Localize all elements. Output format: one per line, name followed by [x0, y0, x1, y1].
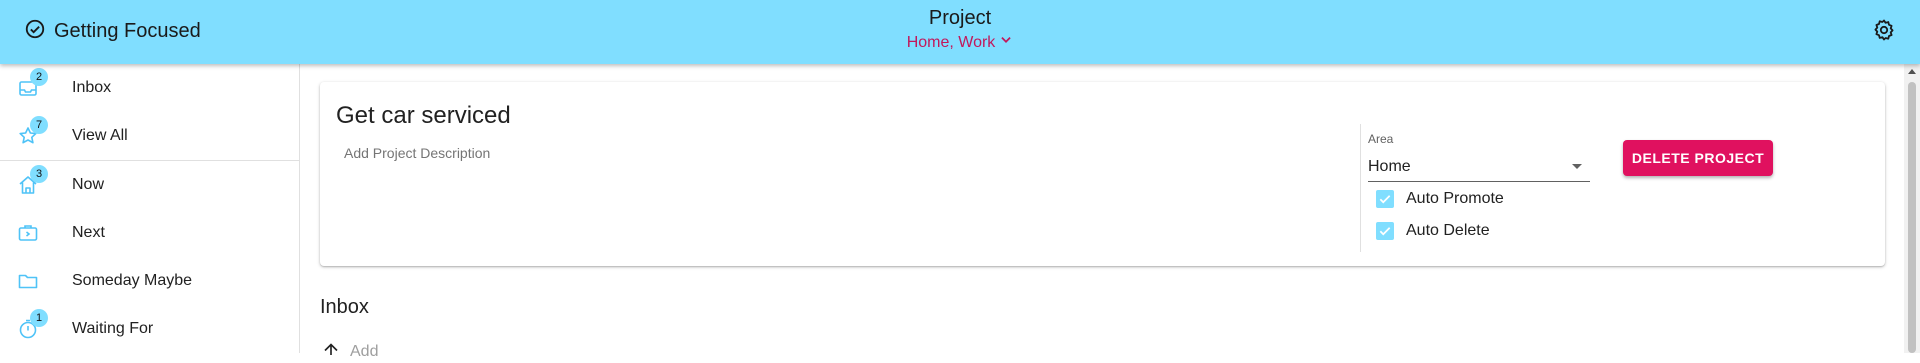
scroll-up-arrow-icon[interactable] — [1908, 69, 1916, 74]
checkbox-checked-icon[interactable] — [1376, 222, 1394, 240]
sidebar-item-waiting-for[interactable]: 1 Waiting For — [0, 305, 299, 353]
page-title: Project — [928, 7, 992, 29]
add-task-input[interactable]: Add — [322, 340, 378, 363]
sidebar-item-someday-maybe[interactable]: Someday Maybe — [0, 257, 299, 305]
sidebar-badge: 3 — [30, 165, 48, 183]
delete-project-button[interactable]: DELETE PROJECT — [1623, 140, 1773, 176]
sidebar-item-next[interactable]: Next — [0, 209, 299, 257]
sidebar-item-label: Next — [72, 224, 105, 241]
sidebar-item-label: Inbox — [72, 79, 112, 96]
sidebar: 2 Inbox 7 View All 3 Now Next Someday Ma… — [0, 64, 300, 353]
sidebar-badge: 7 — [30, 116, 48, 134]
sidebar-item-view-all[interactable]: 7 View All — [0, 112, 299, 160]
sidebar-item-label: View All — [72, 127, 128, 144]
card-divider — [1360, 124, 1361, 252]
page-header: Project Home, Work — [0, 6, 1920, 52]
scrollbar-thumb[interactable] — [1908, 82, 1916, 353]
dropdown-arrow-icon — [1572, 164, 1582, 169]
add-task-placeholder: Add — [350, 342, 379, 360]
arrow-up-icon — [322, 340, 340, 363]
project-description-field[interactable]: Add Project Description — [344, 145, 490, 161]
project-card: Get car serviced Add Project Description… — [320, 82, 1885, 266]
sidebar-item-label: Waiting For — [72, 320, 154, 337]
main-content: Get car serviced Add Project Description… — [300, 64, 1920, 360]
auto-promote-label: Auto Promote — [1406, 190, 1504, 207]
area-label: Area — [1368, 132, 1394, 146]
folder-icon — [16, 269, 40, 293]
area-value: Home — [1368, 157, 1411, 175]
sidebar-badge: 2 — [30, 68, 48, 86]
sidebar-badge: 1 — [30, 309, 48, 327]
briefcase-icon — [16, 221, 40, 245]
auto-promote-checkbox[interactable]: Auto Promote — [1376, 190, 1504, 208]
sidebar-item-inbox[interactable]: 2 Inbox — [0, 64, 299, 112]
area-select-field[interactable]: Area Home — [1368, 132, 1590, 182]
sidebar-item-label: Now — [72, 176, 105, 193]
auto-delete-label: Auto Delete — [1406, 222, 1490, 239]
chevron-down-icon — [999, 33, 1013, 52]
area-select[interactable]: Home — [1368, 152, 1590, 182]
sidebar-item-label: Someday Maybe — [72, 272, 193, 289]
areas-label: Home, Work — [906, 33, 996, 51]
project-name[interactable]: Get car serviced — [336, 102, 511, 130]
areas-dropdown[interactable]: Home, Work — [907, 33, 1014, 52]
checkbox-checked-icon[interactable] — [1376, 190, 1394, 208]
scrollbar[interactable] — [1904, 64, 1920, 353]
gear-icon[interactable] — [1872, 18, 1896, 42]
sidebar-item-now[interactable]: 3 Now — [0, 161, 299, 209]
inbox-section-title: Inbox — [320, 296, 369, 318]
auto-delete-checkbox[interactable]: Auto Delete — [1376, 222, 1490, 240]
app-bar: Getting Focused Project Home, Work — [0, 0, 1920, 64]
